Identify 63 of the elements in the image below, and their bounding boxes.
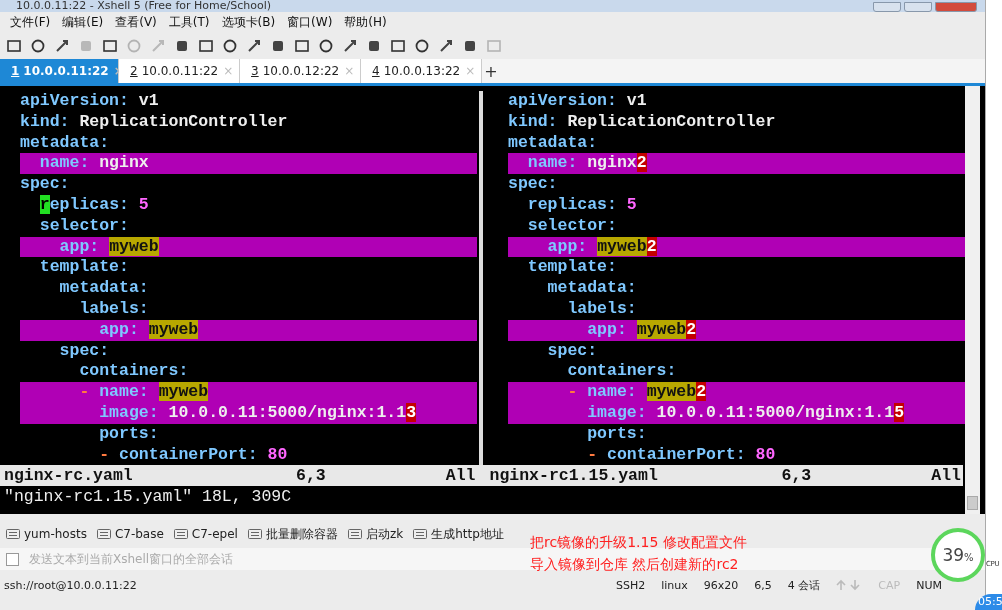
scroll-position: All [931,465,961,486]
quick-command-button[interactable]: yum-hosts [6,527,87,541]
code-line: labels: [566,298,638,320]
menu-item[interactable]: 选项卡(B) [215,14,282,31]
menu-item[interactable]: 帮助(H) [338,14,393,31]
cursor-position: 6,3 [781,465,812,486]
annotation-text: 导入镜像到仓库 然后创建新的rc2 [530,555,740,573]
code-line: metadata: [20,132,111,154]
code-line: metadata: [58,278,150,299]
code-line: ports: [98,423,160,445]
code-line: containers: [78,361,190,383]
connection-address: ssh://root@10.0.0.11:22 [4,578,138,592]
scroll-position: All [445,465,476,486]
code-line: containers: [566,361,678,383]
quick-command-button[interactable]: 生成http地址 [413,525,504,543]
annotation-text: 把rc镜像的升级1.15 修改配置文件 [530,533,747,551]
quick-command-button[interactable]: 批量删除容器 [247,525,338,543]
cursor-position: 6,5 [754,578,772,592]
code-line: apiVersion: v1 [20,91,160,112]
checkbox[interactable] [6,552,19,566]
command-line: "nginx-rc1.15.yaml" 18L, 309C [3,486,293,507]
code-line: kind: ReplicationController [20,111,289,133]
cursor-position: 6,3 [296,465,326,486]
terminal-type: linux [661,578,688,592]
code-line: spec: [58,340,111,362]
menu-item[interactable]: 窗口(W) [281,14,339,31]
code-line: metadata: [508,132,599,154]
code-line: kind: ReplicationController [508,111,777,133]
code-line: spec: [20,174,71,195]
code-line: apiVersion: v1 [508,91,648,112]
window-title: 10.0.0.11:22 - Xshell 5 (Free for Home/School) [15,0,271,12]
code-line: selector: [38,215,130,237]
menu-item[interactable]: 工具(T) [162,14,216,31]
file-name: nginx-rc.yaml [4,465,133,486]
code-line: spec: [508,174,559,195]
session-tab[interactable]: 3 10.0.0.12:22 × [240,59,361,83]
menu-item[interactable]: 查看(V) [109,14,163,31]
protocol-label: SSH2 [616,578,646,592]
code-line: ports: [586,423,648,445]
code-line: - containerPort: 80 [98,444,289,466]
up-down-arrows-icon [836,579,863,591]
quick-command-button[interactable]: C7-base [96,527,164,541]
session-tab[interactable]: 4 10.0.0.13:22 × [361,59,482,83]
scroll-bar[interactable] [965,86,980,514]
quick-command-button[interactable]: 启动zk [347,525,404,543]
code-line: metadata: [546,278,638,299]
new-tab-button[interactable]: + [482,61,500,81]
menu-item[interactable]: 文件(F) [4,14,57,31]
code-line: selector: [526,215,618,237]
code-line: replicas: 5 [38,195,150,216]
file-name: nginx-rc1.15.yaml [489,465,658,486]
code-line: template: [526,257,618,279]
quick-command-button[interactable]: C7-epel [173,527,238,541]
terminal-size: 96x20 [703,578,739,592]
code-line: replicas: 5 [526,195,638,216]
session-tab[interactable]: 2 10.0.0.11:22 × [119,59,240,83]
code-line: labels: [78,298,150,320]
menu-item[interactable]: 编辑(E) [56,14,110,31]
send-text-field[interactable]: 发送文本到当前Xshell窗口的全部会话 [27,551,331,567]
code-line: template: [38,257,130,279]
code-line: - containerPort: 80 [586,444,777,466]
session-count: 4 会话 [787,577,821,593]
code-line: spec: [546,340,599,362]
